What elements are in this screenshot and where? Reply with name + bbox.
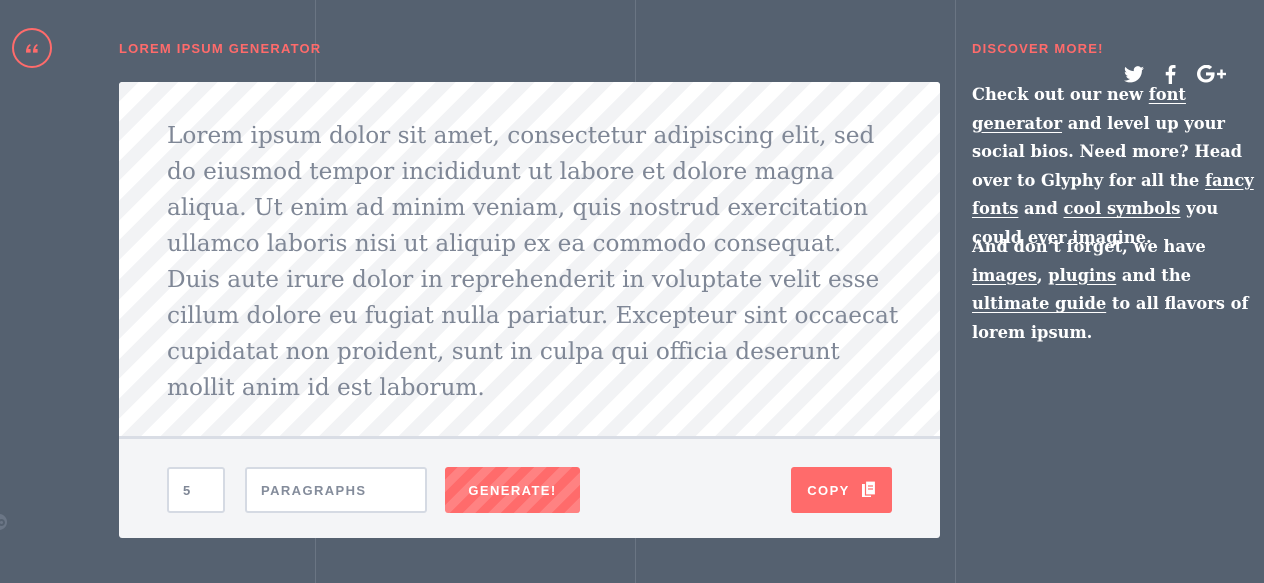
sidebar-text-segment: And don’t forget, we have	[972, 237, 1206, 256]
ultimate-guide-link[interactable]: ultimate guide	[972, 294, 1106, 313]
generator-card: Lorem ipsum dolor sit amet, consectetur …	[119, 82, 940, 538]
plugins-link[interactable]: plugins	[1048, 266, 1116, 285]
count-input[interactable]	[167, 467, 225, 513]
unit-select[interactable]: PARAGRAPHS	[245, 467, 427, 513]
quote-logo-icon[interactable]	[12, 28, 52, 68]
cool-symbols-link[interactable]: cool symbols	[1064, 199, 1181, 218]
sidebar-text-segment: ,	[1036, 265, 1049, 285]
unit-select-value: PARAGRAPHS	[261, 482, 367, 498]
sidebar-text-segment: and the	[1116, 265, 1192, 285]
sidebar-text-segment: Check out our new	[972, 85, 1149, 104]
generator-controls: PARAGRAPHS GENERATE! COPY	[119, 439, 940, 538]
sidebar-paragraph-2: And don’t forget, we have images, plugin…	[972, 233, 1262, 347]
generator-heading: LOREM IPSUM GENERATOR	[119, 41, 322, 56]
column-divider	[955, 0, 956, 583]
copy-button-label: COPY	[807, 482, 850, 498]
sidebar-text-segment: and	[1018, 199, 1064, 219]
sidebar-heading: DISCOVER MORE!	[972, 41, 1104, 56]
copy-icon	[861, 481, 876, 497]
generate-button-label: GENERATE!	[468, 482, 557, 498]
images-link[interactable]: images	[972, 266, 1037, 285]
scroll-indicator-icon[interactable]	[0, 514, 7, 530]
lorem-output-area[interactable]: Lorem ipsum dolor sit amet, consectetur …	[119, 82, 940, 439]
quote-mark-icon	[26, 44, 38, 53]
generate-button[interactable]: GENERATE!	[445, 467, 580, 513]
sidebar-paragraph-1: Check out our new font generator and lev…	[972, 81, 1262, 253]
copy-button[interactable]: COPY	[791, 467, 892, 513]
lorem-text: Lorem ipsum dolor sit amet, consectetur …	[167, 122, 899, 401]
